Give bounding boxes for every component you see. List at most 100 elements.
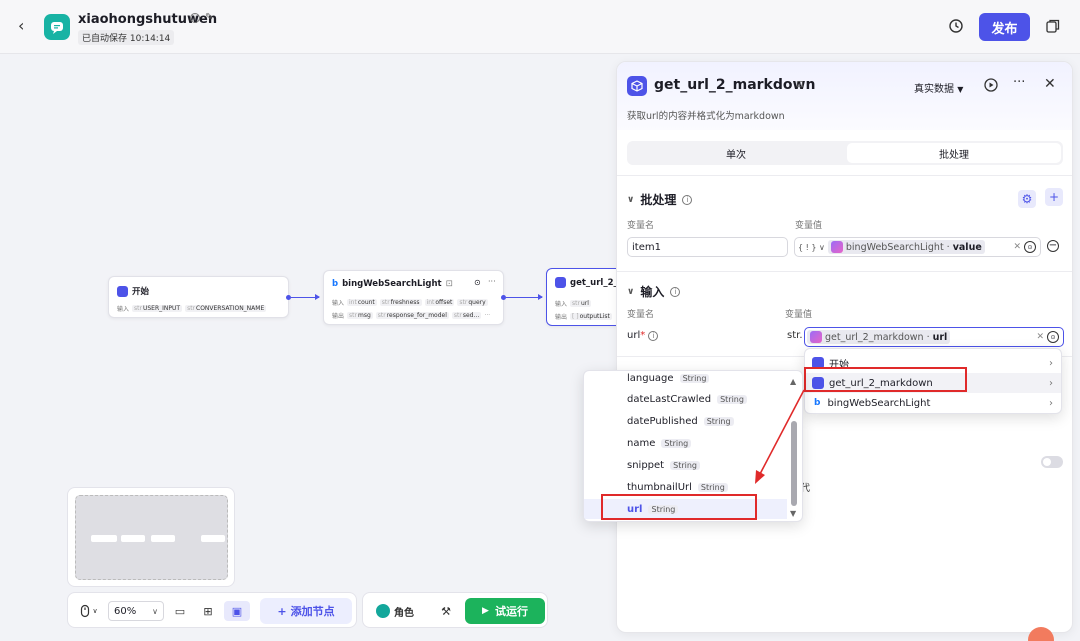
add-variable-button[interactable]: + xyxy=(1045,188,1063,206)
batch-var-value-input[interactable]: { ! } ∨ bingWebSearchLight · value ✕ ⊙ xyxy=(794,237,1041,257)
col-value-label: 变量值 xyxy=(785,310,813,320)
plugin-icon xyxy=(810,331,822,343)
note-icon: ⊡ xyxy=(445,279,453,289)
start-node-inputs: 输入 strUSER_INPUT strCONVERSATION_NAME xyxy=(117,305,267,313)
input-tag: strquery xyxy=(457,299,488,306)
run-icon[interactable] xyxy=(984,78,998,92)
output-tag: strsed… xyxy=(451,312,482,319)
start-icon xyxy=(117,285,128,297)
output-tag: strmsg xyxy=(347,312,373,319)
variable-reference[interactable]: get_url_2_markdown · url xyxy=(807,330,951,344)
minimap-node xyxy=(201,535,225,542)
tab-batch[interactable]: 批处理 xyxy=(847,143,1061,163)
panel-description: 获取url的内容并格式化为markdown xyxy=(627,111,785,122)
publish-button[interactable]: 发布 xyxy=(979,13,1030,41)
plugin-icon xyxy=(627,76,647,96)
more-icon[interactable]: ··· xyxy=(488,277,496,286)
start-node-title: 开始 xyxy=(117,285,149,297)
bing-icon: b xyxy=(332,279,339,289)
panel-title: get_url_2_markdown xyxy=(654,77,816,93)
minimap-node xyxy=(151,535,175,542)
data-mode-select[interactable]: 真实数据 ▼ xyxy=(914,80,963,95)
highlight-box xyxy=(601,494,757,520)
test-run-button[interactable]: ▶ 试运行 xyxy=(465,598,545,624)
role-button[interactable]: 角色 xyxy=(371,601,419,621)
plugin-icon xyxy=(830,241,843,253)
mouse-mode-button[interactable]: ∨ xyxy=(74,601,102,621)
comment-icon[interactable]: ▭ xyxy=(170,601,190,621)
history-icon[interactable] xyxy=(948,18,964,34)
start-node[interactable]: 开始 输入 strUSER_INPUT strCONVERSATION_NAME xyxy=(108,276,289,318)
app-logo-icon xyxy=(44,14,70,40)
bing-node-inputs: 输入 intcount strfreshness intoffset strqu… xyxy=(332,299,488,307)
input-tag: strCONVERSATION_NAME xyxy=(185,305,267,312)
note-icon[interactable]: ⊡ xyxy=(796,80,804,90)
back-arrow-icon[interactable]: ‹ xyxy=(18,16,24,35)
chevron-right-icon: › xyxy=(1049,357,1053,369)
plugin-icon xyxy=(555,277,566,288)
connection-edge xyxy=(291,294,320,300)
type-selector[interactable]: { ! } ∨ xyxy=(798,243,825,252)
url-node-inputs: 输入 strurl xyxy=(555,300,591,308)
clear-icon[interactable]: ✕ xyxy=(1013,242,1021,252)
play-icon: ▶ xyxy=(482,606,489,616)
batch-section-title[interactable]: ∨ 批处理 i xyxy=(627,191,693,208)
scroll-down-icon[interactable]: ▼ xyxy=(790,509,796,518)
variable-picker-icon[interactable]: ⊙ xyxy=(1024,241,1036,253)
scroll-up-icon[interactable]: ▲ xyxy=(790,377,796,386)
chevron-down-icon: ∨ xyxy=(627,194,635,205)
chevron-down-icon: ∨ xyxy=(92,607,98,615)
output-tag: strresponse_for_model xyxy=(375,312,449,319)
chevron-right-icon: › xyxy=(1049,397,1053,409)
more-icon[interactable]: ··· xyxy=(1013,75,1025,90)
minimap-toggle-icon[interactable]: ▣ xyxy=(224,601,250,621)
tool-icon[interactable]: ⚒ xyxy=(437,601,455,621)
run-toolbar: 角色 ⚒ ▶ 试运行 xyxy=(362,592,548,628)
col-value-label: 变量值 xyxy=(795,221,823,231)
user-icon xyxy=(376,604,390,618)
input-section-title[interactable]: ∨ 输入 i xyxy=(627,283,681,300)
url-value-input[interactable]: get_url_2_markdown · url ✕ ⊙ xyxy=(804,327,1064,347)
remove-icon[interactable]: − xyxy=(1047,240,1059,252)
divider xyxy=(617,271,1072,272)
field-item[interactable]: language String xyxy=(584,371,802,388)
chevron-down-icon: ∨ xyxy=(627,286,635,297)
info-icon: i xyxy=(682,194,693,205)
minimap-node xyxy=(121,535,145,542)
copy-icon[interactable] xyxy=(1045,18,1061,34)
url-node-outputs: 输出 [ ]outputList xyxy=(555,313,612,321)
col-name-label: 变量名 xyxy=(627,310,655,320)
info-icon[interactable]: i xyxy=(190,13,200,23)
batch-var-name-input[interactable]: item1 xyxy=(627,237,788,257)
caret-down-icon: ▼ xyxy=(957,85,964,94)
edit-icon[interactable]: ✎ xyxy=(205,12,213,23)
menu-item-bing-web-search[interactable]: b bingWebSearchLight › xyxy=(805,393,1061,413)
chevron-down-icon: ∨ xyxy=(152,606,158,616)
add-node-button[interactable]: + 添加节点 xyxy=(260,598,352,624)
info-icon: i xyxy=(648,331,659,341)
autosave-status: 已自动保存 10:14:14 xyxy=(78,30,175,45)
close-icon[interactable]: ✕ xyxy=(1044,76,1056,92)
variable-picker-icon[interactable]: ⊙ xyxy=(1047,331,1059,343)
zoom-select[interactable]: 60% ∨ xyxy=(108,601,164,621)
run-node-icon[interactable]: ⊙ xyxy=(474,278,481,287)
url-param-label: url* i xyxy=(627,330,659,341)
url-markdown-node[interactable]: get_url_2_m 输入 strurl 输出 [ ]outputList xyxy=(546,268,627,326)
bing-search-node[interactable]: b bingWebSearchLight ⊡ ⊙ ··· 输入 intcount s… xyxy=(323,270,504,325)
tab-single[interactable]: 单次 xyxy=(627,141,845,165)
clear-icon[interactable]: ✕ xyxy=(1036,332,1044,342)
annotation-arrow xyxy=(755,389,805,484)
info-icon: i xyxy=(670,286,681,297)
input-tag: intcount xyxy=(347,299,377,306)
settings-icon[interactable]: ⚙ xyxy=(1018,190,1036,208)
toggle-switch[interactable] xyxy=(1041,456,1063,468)
bing-icon: b xyxy=(814,398,821,408)
bing-node-title: b bingWebSearchLight ⊡ xyxy=(332,279,453,289)
layout-icon[interactable]: ⊞ xyxy=(198,601,218,621)
output-tag: [ ]outputList xyxy=(570,313,612,320)
more-icon: ··· xyxy=(484,312,491,319)
minimap[interactable] xyxy=(67,487,235,587)
highlight-box xyxy=(804,367,967,392)
variable-reference[interactable]: bingWebSearchLight · value xyxy=(827,240,985,254)
type-prefix: str. xyxy=(787,330,803,341)
